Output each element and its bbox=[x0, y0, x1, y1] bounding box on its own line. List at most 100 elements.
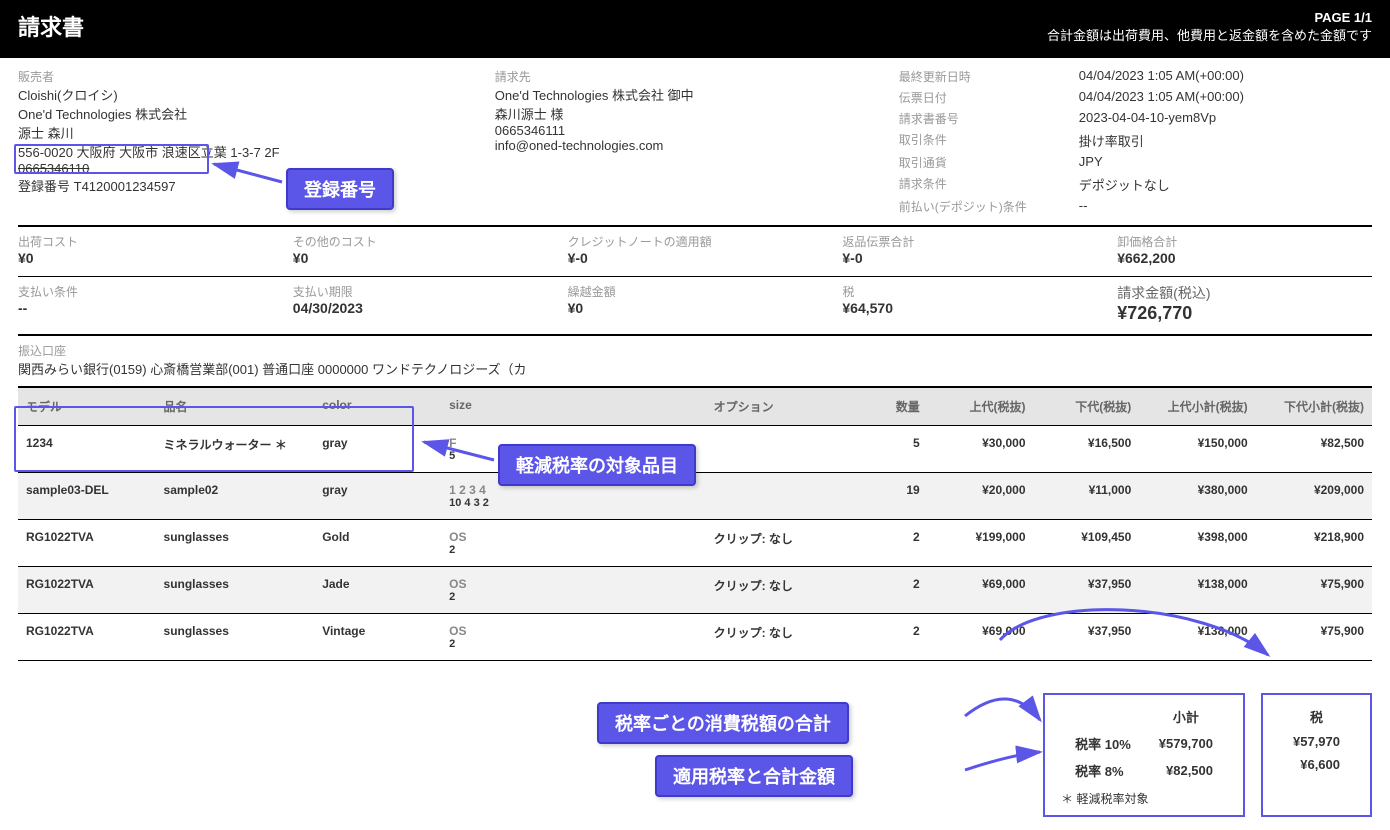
carry-lbl: 繰越金額 bbox=[568, 283, 823, 300]
reg-label: 登録番号 bbox=[18, 179, 70, 194]
meta-prepay: -- bbox=[1079, 198, 1372, 215]
whole-val: ¥662,200 bbox=[1117, 250, 1372, 266]
callout-regno: 登録番号 bbox=[286, 168, 394, 210]
payterms-lbl: 支払い条件 bbox=[18, 283, 273, 300]
cell-costsub: ¥82,500 bbox=[1256, 426, 1372, 473]
cell-size: OS2 bbox=[441, 567, 705, 614]
ship-val: ¥0 bbox=[18, 250, 273, 266]
cell-listsub: ¥138,000 bbox=[1139, 567, 1255, 614]
bank-section: 振込口座 関西みらい銀行(0159) 心斎橋営業部(001) 普通口座 0000… bbox=[18, 342, 1372, 378]
callout-taxsum: 税率ごとの消費税額の合計 bbox=[597, 702, 849, 744]
cell-cost: ¥16,500 bbox=[1034, 426, 1140, 473]
carry-val: ¥0 bbox=[568, 300, 823, 316]
col-listsub: 上代小計(税抜) bbox=[1139, 387, 1255, 426]
billto-person: 森川源士 様 bbox=[495, 104, 859, 123]
cell-name: sample02 bbox=[156, 473, 315, 520]
bank-info: 関西みらい銀行(0159) 心斎橋営業部(001) 普通口座 0000000 ワ… bbox=[18, 359, 1372, 378]
rate8-lbl: 税率 8% bbox=[1061, 757, 1145, 784]
cell-list: ¥69,000 bbox=[928, 614, 1034, 661]
header-meta: PAGE 1/1 合計金額は出荷費用、他費用と返金額を含めた金額です bbox=[1047, 10, 1372, 44]
due-val: 04/30/2023 bbox=[293, 300, 548, 316]
seller-address: 556-0020 大阪府 大阪市 浪速区立葉 1-3-7 2F bbox=[18, 142, 455, 161]
seller-name: Cloishi(クロイシ) bbox=[18, 85, 455, 104]
cell-model: RG1022TVA bbox=[18, 567, 156, 614]
cell-name: sunglasses bbox=[156, 520, 315, 567]
billto-label: 請求先 bbox=[495, 68, 859, 85]
paytax-lbl: 税 bbox=[842, 283, 1097, 300]
cell-cost: ¥109,450 bbox=[1034, 520, 1140, 567]
col-name: 品名 bbox=[156, 387, 315, 426]
cell-option: クリップ: なし bbox=[706, 614, 865, 661]
seller-person: 源士 森川 bbox=[18, 123, 455, 142]
rate10-sub: ¥579,700 bbox=[1145, 730, 1227, 757]
cell-color: gray bbox=[314, 473, 441, 520]
billto-company: One'd Technologies 株式会社 御中 bbox=[495, 85, 859, 104]
return-lbl: 返品伝票合計 bbox=[842, 233, 1097, 250]
tax-amount-box: 税 ¥57,970 ¥6,600 bbox=[1261, 693, 1372, 817]
cell-list: ¥69,000 bbox=[928, 567, 1034, 614]
meta-updated-lbl: 最終更新日時 bbox=[899, 68, 1079, 85]
cell-color: Gold bbox=[314, 520, 441, 567]
whole-lbl: 卸価格合計 bbox=[1117, 233, 1372, 250]
meta-updated: 04/04/2023 1:05 AM(+00:00) bbox=[1079, 68, 1372, 85]
meta-cur: JPY bbox=[1079, 154, 1372, 171]
other-val: ¥0 bbox=[293, 250, 548, 266]
paytax-val: ¥64,570 bbox=[842, 300, 1097, 316]
rate8-sub: ¥82,500 bbox=[1145, 757, 1227, 784]
meta-cond-lbl: 請求条件 bbox=[899, 175, 1079, 194]
tax-tax-lbl: 税 bbox=[1279, 703, 1354, 730]
total-lbl: 請求金額(税込) bbox=[1117, 283, 1372, 303]
cell-listsub: ¥138,000 bbox=[1139, 614, 1255, 661]
cell-list: ¥20,000 bbox=[928, 473, 1034, 520]
rate10-lbl: 税率 10% bbox=[1061, 730, 1145, 757]
col-qty: 数量 bbox=[864, 387, 927, 426]
cell-color: gray bbox=[314, 426, 441, 473]
cell-costsub: ¥209,000 bbox=[1256, 473, 1372, 520]
cell-size: OS2 bbox=[441, 520, 705, 567]
billto-email: info@oned-technologies.com bbox=[495, 138, 859, 153]
seller-company: One'd Technologies 株式会社 bbox=[18, 104, 455, 123]
col-model: モデル bbox=[18, 387, 156, 426]
col-option: オプション bbox=[706, 387, 865, 426]
seller-label: 販売者 bbox=[18, 68, 455, 85]
page-title: 請求書 bbox=[18, 10, 84, 42]
col-size: size bbox=[441, 387, 705, 426]
cell-listsub: ¥150,000 bbox=[1139, 426, 1255, 473]
cell-color: Jade bbox=[314, 567, 441, 614]
meta-block: 最終更新日時04/04/2023 1:05 AM(+00:00) 伝票日付04/… bbox=[899, 68, 1372, 215]
divider bbox=[18, 276, 1372, 277]
meta-invno: 2023-04-04-10-yem8Vp bbox=[1079, 110, 1372, 127]
cell-qty: 2 bbox=[864, 520, 927, 567]
cell-name: sunglasses bbox=[156, 567, 315, 614]
cell-model: RG1022TVA bbox=[18, 520, 156, 567]
tax-subtotal-box: 小計 税率 10%¥579,700 税率 8%¥82,500 ＊ 軽減税率対象 bbox=[1043, 693, 1245, 817]
total-val: ¥726,770 bbox=[1117, 303, 1372, 324]
cell-option bbox=[706, 426, 865, 473]
cell-name: sunglasses bbox=[156, 614, 315, 661]
credit-val: ¥-0 bbox=[568, 250, 823, 266]
reg-number: T4120001234597 bbox=[74, 179, 176, 194]
cell-color: Vintage bbox=[314, 614, 441, 661]
cell-listsub: ¥380,000 bbox=[1139, 473, 1255, 520]
header-note: 合計金額は出荷費用、他費用と返金額を含めた金額です bbox=[1047, 25, 1372, 44]
meta-prepay-lbl: 前払い(デポジット)条件 bbox=[899, 198, 1079, 215]
table-row: RG1022TVAsunglassesGoldOS2クリップ: なし2¥199,… bbox=[18, 520, 1372, 567]
cell-list: ¥199,000 bbox=[928, 520, 1034, 567]
cell-option bbox=[706, 473, 865, 520]
divider bbox=[18, 334, 1372, 336]
items-table: モデル 品名 color size オプション 数量 上代(税抜) 下代(税抜)… bbox=[18, 386, 1372, 661]
col-list: 上代(税抜) bbox=[928, 387, 1034, 426]
tax-sub-lbl: 小計 bbox=[1145, 703, 1227, 730]
cell-model: 1234 bbox=[18, 426, 156, 473]
cell-cost: ¥11,000 bbox=[1034, 473, 1140, 520]
return-val: ¥-0 bbox=[842, 250, 1097, 266]
cell-qty: 19 bbox=[864, 473, 927, 520]
cell-cost: ¥37,950 bbox=[1034, 567, 1140, 614]
cell-option: クリップ: なし bbox=[706, 520, 865, 567]
other-lbl: その他のコスト bbox=[293, 233, 548, 250]
due-lbl: 支払い期限 bbox=[293, 283, 548, 300]
callout-ratesum: 適用税率と合計金額 bbox=[655, 755, 853, 797]
col-costsub: 下代小計(税抜) bbox=[1256, 387, 1372, 426]
cell-qty: 2 bbox=[864, 567, 927, 614]
costs-row: 出荷コスト¥0 その他のコスト¥0 クレジットノートの適用額¥-0 返品伝票合計… bbox=[18, 233, 1372, 266]
